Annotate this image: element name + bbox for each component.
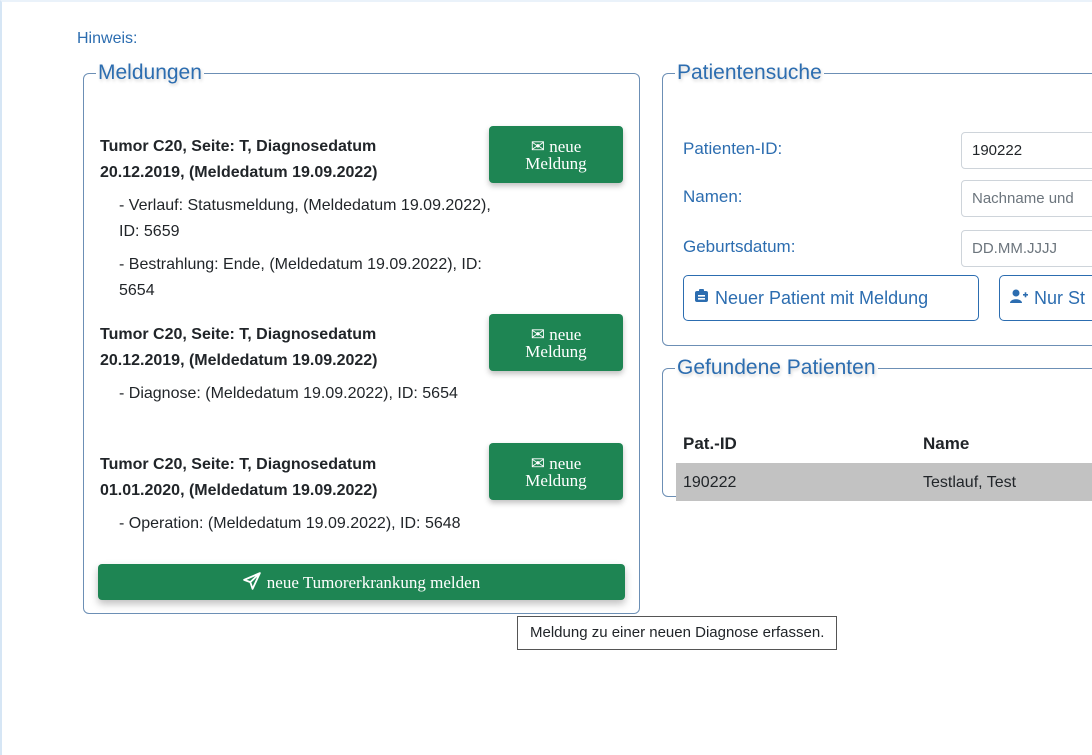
user-plus-icon [1010,289,1028,307]
patient-id-label: Patienten-ID: [683,139,783,158]
patient-id-input[interactable]: 190222 [961,132,1092,169]
new-patient-with-meldung-button[interactable]: Neuer Patient mit Meldung [683,275,979,321]
patientensuche-legend: Patientensuche [677,61,822,84]
gefundene-patienten-panel: Gefundene Patienten Pat.-ID Name 190222 … [662,356,1092,501]
column-header-patid: Pat.-ID [683,434,737,453]
column-header-name: Name [923,434,970,453]
meldung-item: - Operation: (Meldedatum 19.09.2022), ID… [119,515,461,532]
meldung-item: - Diagnose: (Meldedatum 19.09.2022), ID:… [119,385,458,402]
tumor-group-title: Tumor C20, Seite: T, Diagnosedatum 01.01… [100,456,378,499]
meldung-item: - Bestrahlung: Ende, (Meldedatum 19.09.2… [119,256,482,299]
id-card-icon [694,289,709,307]
tumor-group-title: Tumor C20, Seite: T, Diagnosedatum 20.12… [100,326,378,369]
neue-meldung-button[interactable]: ✉ neue Meldung [489,443,623,500]
neue-meldung-button[interactable]: ✉ neue Meldung [489,126,623,183]
tumor-group-title: Tumor C20, Seite: T, Diagnosedatum 20.12… [100,138,378,181]
meldung-item: - Verlauf: Statusmeldung, (Meldedatum 19… [119,197,491,240]
meldungen-legend: Meldungen [98,61,202,84]
neue-meldung-button[interactable]: ✉ neue Meldung [489,314,623,371]
table-cell-patid[interactable]: 190222 [683,474,736,492]
tooltip: Meldung zu einer neuen Diagnose erfassen… [517,616,838,650]
birthdate-input[interactable] [961,230,1092,267]
neue-tumorerkrankung-button[interactable]: neue Tumorerkrankung melden [98,564,625,600]
envelope-icon: ✉ [530,136,545,156]
table-row[interactable] [676,463,1092,501]
envelope-icon: ✉ [530,324,545,344]
hinweis-label: Hinweis: [77,30,138,47]
gefundene-patienten-legend: Gefundene Patienten [677,356,876,379]
birthdate-label: Geburtsdatum: [683,237,796,256]
envelope-icon: ✉ [530,453,545,473]
page: Hinweis: Meldungen Tumor C20, Seite: T, … [0,0,1092,755]
paper-plane-icon [243,571,261,593]
name-label: Namen: [683,187,743,206]
patientensuche-panel: Patientensuche Patienten-ID: 190222 Name… [662,61,1092,346]
name-input[interactable] [961,180,1092,217]
nur-stammdaten-button[interactable]: Nur St [999,275,1092,321]
table-cell-name[interactable]: Testlauf, Test [923,474,1016,492]
meldungen-panel: Meldungen Tumor C20, Seite: T, Diagnosed… [83,61,640,614]
